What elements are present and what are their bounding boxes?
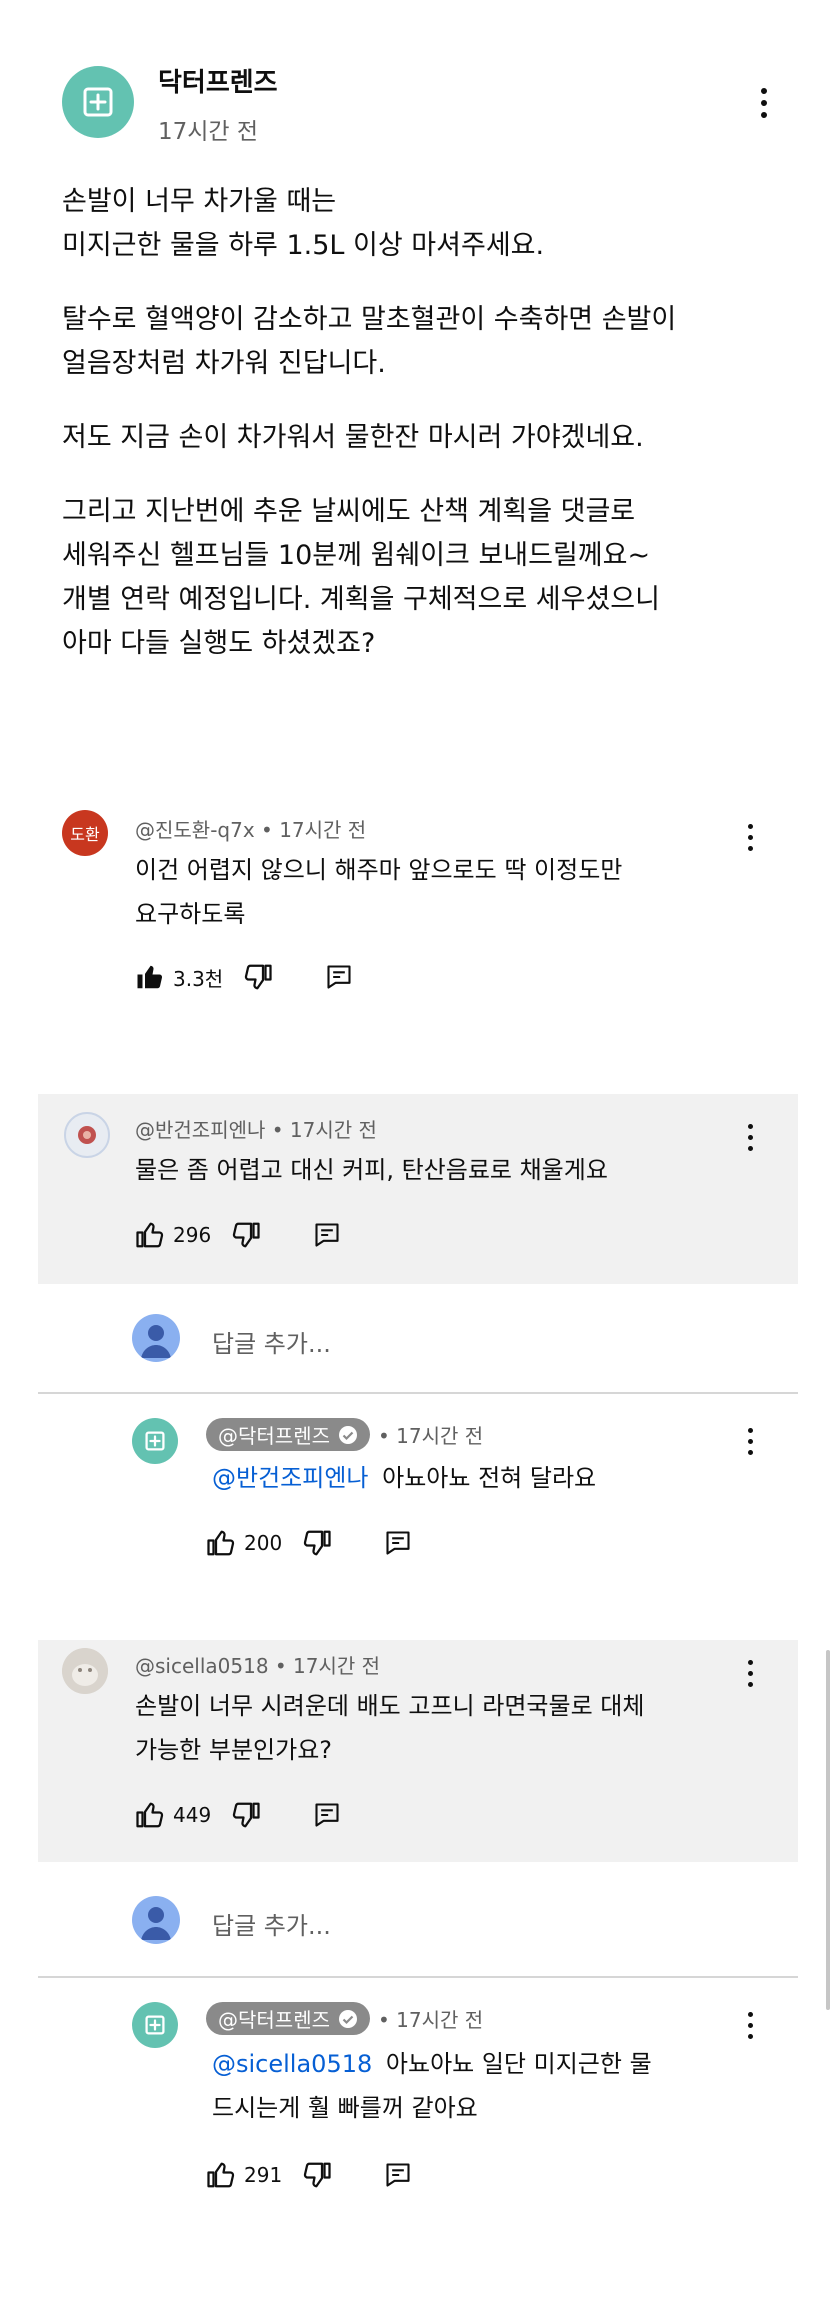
check-circle-icon	[339, 1425, 357, 1444]
comment-time: • 17시간 전	[271, 1118, 377, 1142]
post-paragraph: 저도 지금 손이 차가워서 물한잔 마시러 가야겠네요.	[62, 422, 644, 453]
more-vertical-icon	[761, 88, 767, 94]
reply-time: • 17시간 전	[378, 1424, 484, 1448]
post-paragraph: 손발이 너무 차가울 때는 미지근한 물을 하루 1.5L 이상 마셔주세요.	[62, 186, 545, 261]
reply-actions: 200	[206, 1528, 412, 1558]
reply-comment-icon[interactable]	[384, 1529, 412, 1557]
scrollbar[interactable]	[826, 1650, 830, 2010]
comment-author[interactable]: @sicella0518	[135, 1654, 269, 1678]
divider	[38, 1392, 798, 1394]
like-count: 291	[244, 2163, 283, 2187]
like-count: 200	[244, 1531, 283, 1555]
comment-actions: 3.3천	[135, 962, 353, 992]
post-time: 17시간 전	[158, 119, 259, 145]
post-menu-button[interactable]	[760, 88, 768, 118]
reply-comment-icon[interactable]	[325, 963, 353, 991]
post-paragraph: 그리고 지난번에 추운 날씨에도 산책 계획을 댓글로 세워주신 헬프님들 10…	[62, 496, 660, 659]
avatar[interactable]: 도환	[62, 810, 108, 856]
comment-menu-button[interactable]	[746, 824, 754, 851]
mention-link[interactable]: @sicella0518	[212, 2050, 372, 2078]
user-avatar	[132, 1896, 180, 1944]
reply-comment-icon[interactable]	[313, 1221, 341, 1249]
reply-comment-icon[interactable]	[313, 1801, 341, 1829]
like-count: 3.3천	[173, 966, 224, 991]
thumbs-up-icon[interactable]	[206, 2160, 236, 2190]
person-icon	[141, 1907, 171, 1940]
reply-comment-icon[interactable]	[384, 2161, 412, 2189]
add-reply-input[interactable]: 답글 추가...	[212, 1906, 331, 1941]
more-vertical-icon	[747, 1428, 753, 1433]
thumbs-down-icon[interactable]	[243, 962, 273, 992]
reply-text: @반건조피엔나 아뇨아뇨 전혀 달라요	[212, 1464, 597, 1492]
more-vertical-icon	[747, 1660, 753, 1665]
plus-square-icon	[145, 2015, 165, 2035]
comment-text: 손발이 너무 시려운데 배도 고프니 라면국물로 대체 가능한 부분인가요?	[135, 1692, 645, 1764]
like-count: 449	[173, 1803, 212, 1827]
comment-text: 이건 어렵지 않으니 해주마 앞으로도 딱 이정도만 요구하도록	[135, 856, 623, 928]
thumbs-up-icon[interactable]	[135, 1220, 165, 1250]
channel-avatar[interactable]	[132, 1418, 178, 1464]
comment-time: • 17시간 전	[261, 818, 367, 842]
comment-author-line: @진도환-q7x • 17시간 전	[135, 814, 366, 843]
thumbs-down-icon[interactable]	[302, 2160, 332, 2190]
creator-badge[interactable]: @닥터프렌즈	[206, 2002, 370, 2035]
reply-author-line: @닥터프렌즈 • 17시간 전	[206, 2002, 483, 2035]
reply-author-line: @닥터프렌즈 • 17시간 전	[206, 1418, 483, 1451]
post-paragraph: 탈수로 혈액양이 감소하고 말초혈관이 수축하면 손발이 얼음장처럼 차가워 진…	[62, 304, 677, 379]
like-count: 296	[173, 1223, 212, 1247]
user-avatar	[132, 1314, 180, 1362]
mention-link[interactable]: @반건조피엔나	[212, 1464, 368, 1492]
comment-text: 물은 좀 어렵고 대신 커피, 탄산음료로 채울게요	[135, 1156, 608, 1184]
comment-menu-button[interactable]	[746, 1660, 754, 1687]
divider	[38, 1976, 798, 1978]
person-icon	[141, 1325, 171, 1358]
comment-author[interactable]: @진도환-q7x	[135, 818, 255, 842]
profile-image-icon	[78, 1126, 96, 1144]
comment-actions: 296	[135, 1220, 341, 1250]
avatar[interactable]	[62, 1648, 108, 1694]
reply-time: • 17시간 전	[378, 2008, 484, 2032]
thumbs-down-icon[interactable]	[231, 1800, 261, 1830]
comment-menu-button[interactable]	[746, 1124, 754, 1151]
thumbs-down-icon[interactable]	[231, 1220, 261, 1250]
comment-actions: 449	[135, 1800, 341, 1830]
reply-actions: 291	[206, 2160, 412, 2190]
comment-time: • 17시간 전	[274, 1654, 381, 1678]
reply-menu-button[interactable]	[746, 1428, 754, 1455]
check-circle-icon	[339, 2009, 357, 2028]
comment-author[interactable]: @반건조피엔나	[135, 1118, 265, 1142]
reply-menu-button[interactable]	[746, 2012, 754, 2039]
more-vertical-icon	[747, 824, 753, 829]
comment-author-line: @반건조피엔나 • 17시간 전	[135, 1114, 377, 1143]
add-reply-input[interactable]: 답글 추가...	[212, 1324, 331, 1359]
thumbs-down-icon[interactable]	[302, 1528, 332, 1558]
plus-square-icon	[145, 1431, 165, 1451]
profile-image-icon	[62, 1648, 108, 1694]
channel-avatar[interactable]	[132, 2002, 178, 2048]
more-vertical-icon	[747, 2012, 753, 2017]
channel-name[interactable]: 닥터프렌즈	[158, 62, 278, 99]
post-body: 손발이 너무 차가울 때는 미지근한 물을 하루 1.5L 이상 마셔주세요. …	[62, 180, 782, 696]
channel-avatar[interactable]	[62, 66, 134, 138]
reply-text: @sicella0518 아뇨아뇨 일단 미지근한 물 드시는게 훨 빠를꺼 같…	[212, 2050, 652, 2122]
plus-square-icon	[81, 85, 115, 119]
thumbs-up-icon[interactable]	[206, 1528, 236, 1558]
thumbs-up-icon[interactable]	[135, 962, 165, 992]
thumbs-up-icon[interactable]	[135, 1800, 165, 1830]
comment-author-line: @sicella0518 • 17시간 전	[135, 1650, 380, 1679]
more-vertical-icon	[747, 1124, 753, 1129]
creator-badge[interactable]: @닥터프렌즈	[206, 1418, 370, 1451]
avatar[interactable]	[64, 1112, 110, 1158]
